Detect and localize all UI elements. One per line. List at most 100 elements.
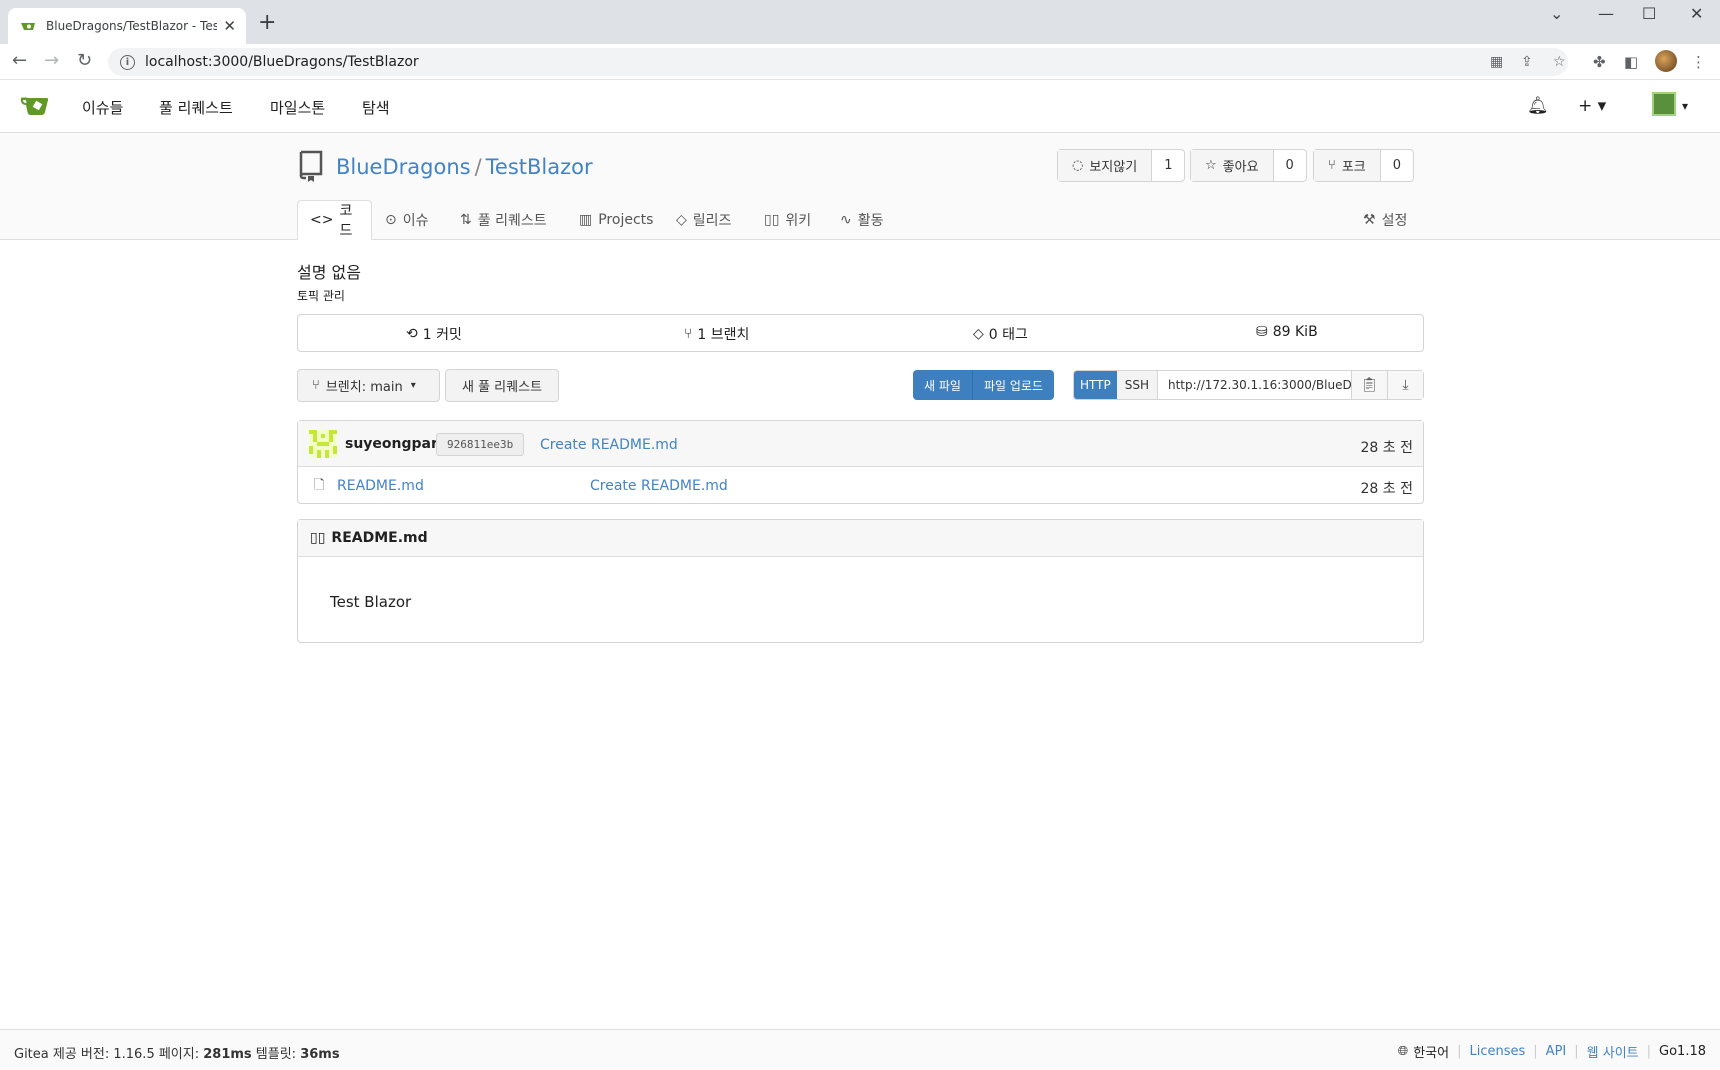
new-pull-request-button[interactable]: 새 풀 리퀘스트 (445, 369, 560, 402)
go-version: Go1.18 (1659, 1044, 1706, 1059)
translate-icon[interactable]: ▦ (1490, 54, 1503, 70)
bell-icon[interactable]: 🔔︎ (1527, 96, 1549, 116)
browser-menu-icon[interactable]: ⋮ (1691, 53, 1706, 71)
browser-profile-avatar[interactable] (1655, 50, 1677, 72)
branch-icon: ⑂ (684, 326, 693, 342)
upload-file-button[interactable]: 파일 업로드 (973, 370, 1055, 400)
site-info-icon[interactable]: i (120, 54, 135, 70)
branch-dropdown[interactable]: ⑂ 브렌치: main ▾ (297, 369, 440, 402)
manage-topics-link[interactable]: 토픽 관리 (297, 287, 345, 304)
nav-pull-requests[interactable]: 풀 리퀘스트 (159, 97, 233, 118)
nav-issues[interactable]: 이슈들 (82, 97, 123, 118)
download-icon[interactable]: ⤓ (1387, 371, 1423, 399)
footer-divider: | (1533, 1044, 1538, 1059)
commit-author-avatar[interactable] (309, 430, 337, 458)
watch-button[interactable]: ◌ 보지않기 (1058, 150, 1153, 181)
footer-links: 🌐︎ 한국어 | Licenses | API | 웹 사이트 | Go1.18 (1398, 1042, 1706, 1061)
nav-explore[interactable]: 탐색 (362, 97, 390, 118)
chevron-down-icon[interactable]: ▾ (1682, 99, 1688, 113)
fork-button[interactable]: ⑂ 포크 (1314, 150, 1381, 181)
branch-dropdown-label: 브렌치: main (325, 380, 403, 395)
tab-close-icon[interactable]: ✕ (223, 17, 236, 35)
clone-http-button[interactable]: HTTP (1074, 371, 1117, 399)
footer-template-time: 36ms (300, 1047, 340, 1062)
fork-icon: ⑂ (1328, 158, 1336, 173)
address-url: localhost:3000/BlueDragons/TestBlazor (145, 54, 419, 70)
clone-ssh-button[interactable]: SSH (1116, 371, 1158, 399)
tab-search-icon[interactable]: ⌄ (1550, 4, 1563, 23)
browser-tabstrip: BlueDragons/TestBlazor - TestBl ✕ + ⌄ — … (0, 0, 1720, 44)
file-name-link[interactable]: README.md (337, 478, 424, 494)
file-icon: 🗋︎ (314, 478, 325, 493)
reload-icon[interactable]: ↻ (77, 52, 92, 70)
footer-page-time: 281ms (203, 1047, 252, 1062)
forward-icon[interactable]: → (44, 52, 59, 70)
minimize-icon[interactable]: — (1598, 4, 1614, 23)
language-dropdown[interactable]: 한국어 (1413, 1042, 1449, 1061)
star-button-group: ☆ 좋아요 0 (1190, 149, 1307, 182)
share-icon[interactable]: ⇪ (1521, 54, 1533, 70)
user-avatar[interactable] (1652, 92, 1676, 116)
back-icon[interactable]: ← (12, 52, 27, 70)
tags-stat[interactable]: ◇ 0 태그 (973, 324, 1028, 344)
tab-releases[interactable]: ◇ 릴리즈 (676, 200, 731, 240)
fork-button-group: ⑂ 포크 0 (1313, 149, 1415, 182)
footer-version-info: Gitea 제공 버전: 1.16.5 페이지: 281ms 템플릿: 36ms (14, 1043, 340, 1062)
browser-tab[interactable]: BlueDragons/TestBlazor - TestBl ✕ (8, 8, 246, 44)
clipboard-icon[interactable]: 📋︎ (1351, 371, 1387, 399)
commit-sha-button[interactable]: 926811ee3b (436, 433, 525, 456)
tab-wiki[interactable]: ▯▯ 위키 (764, 200, 811, 240)
watch-label: 보지않기 (1089, 160, 1138, 175)
fork-count[interactable]: 0 (1381, 150, 1413, 181)
repo-owner-link[interactable]: BlueDragons (336, 155, 471, 179)
site-header: 이슈들 풀 리퀘스트 마일스톤 탐색 🔔︎ + ▾ ▾ (0, 80, 1720, 133)
tab-code[interactable]: <> 코드 (297, 200, 372, 240)
commit-message-link[interactable]: Create README.md (540, 437, 678, 453)
repo-description: 설명 없음 (297, 263, 361, 282)
star-icon: ☆ (1205, 158, 1217, 173)
repo-name-link[interactable]: TestBlazor (486, 155, 593, 179)
tab-pull-requests-label: 풀 리퀘스트 (477, 213, 547, 229)
extensions-icon[interactable]: ✤ (1593, 53, 1606, 71)
new-file-button[interactable]: 새 파일 (913, 370, 973, 400)
star-count[interactable]: 0 (1274, 150, 1306, 181)
side-panel-icon[interactable]: ◧ (1624, 53, 1638, 71)
file-commit-message-link[interactable]: Create README.md (590, 478, 728, 494)
tab-issues-label: 이슈 (402, 213, 429, 229)
tab-issues[interactable]: ⊙ 이슈 (385, 200, 429, 240)
clone-panel: HTTP SSH http://172.30.1.16:3000/BlueDra… (1073, 370, 1424, 400)
star-button[interactable]: ☆ 좋아요 (1191, 150, 1274, 181)
nav-milestones[interactable]: 마일스톤 (270, 97, 325, 118)
footer-divider: | (1457, 1044, 1462, 1059)
tab-settings[interactable]: ⚒ 설정 (1363, 200, 1407, 240)
window-close-icon[interactable]: ✕ (1690, 4, 1703, 23)
gitea-favicon-icon (21, 23, 35, 30)
clone-url-input[interactable]: http://172.30.1.16:3000/BlueDragons/Test… (1158, 371, 1351, 399)
project-icon: ▥ (579, 212, 593, 228)
tab-pull-requests[interactable]: ⇅ 풀 리퀘스트 (460, 200, 547, 240)
maximize-icon[interactable]: ☐ (1642, 4, 1656, 23)
watch-count[interactable]: 1 (1152, 150, 1184, 181)
tab-settings-label: 설정 (1381, 213, 1408, 229)
footer-divider: | (1646, 1044, 1652, 1059)
api-link[interactable]: API (1546, 1044, 1567, 1059)
licenses-link[interactable]: Licenses (1469, 1044, 1525, 1059)
size-stat: ⛁ 89 KiB (1256, 324, 1318, 340)
branches-stat[interactable]: ⑂ 1 브랜치 (684, 324, 749, 344)
tab-activity[interactable]: ∿ 활동 (840, 200, 884, 240)
new-tab-icon[interactable]: + (258, 12, 276, 34)
tab-projects[interactable]: ▥ Projects (579, 200, 653, 240)
tools-icon: ⚒ (1363, 212, 1376, 228)
commits-count: 1 커밋 (422, 327, 462, 343)
website-link[interactable]: 웹 사이트 (1587, 1042, 1639, 1061)
branch-icon: ⑂ (312, 378, 320, 393)
gitea-logo-icon[interactable] (20, 92, 50, 118)
commit-author[interactable]: suyeongpark (345, 436, 447, 452)
table-row: 🗋︎ README.md Create README.md 28 초 전 (298, 467, 1423, 505)
commits-stat[interactable]: ⟲ 1 커밋 (406, 324, 462, 344)
file-commit-time: 28 초 전 (1360, 481, 1413, 497)
address-bar[interactable]: i localhost:3000/BlueDragons/TestBlazor (108, 48, 1568, 76)
readme-title: README.md (331, 530, 428, 546)
bookmark-star-icon[interactable]: ☆ (1553, 54, 1566, 70)
plus-icon[interactable]: + ▾ (1578, 96, 1606, 116)
